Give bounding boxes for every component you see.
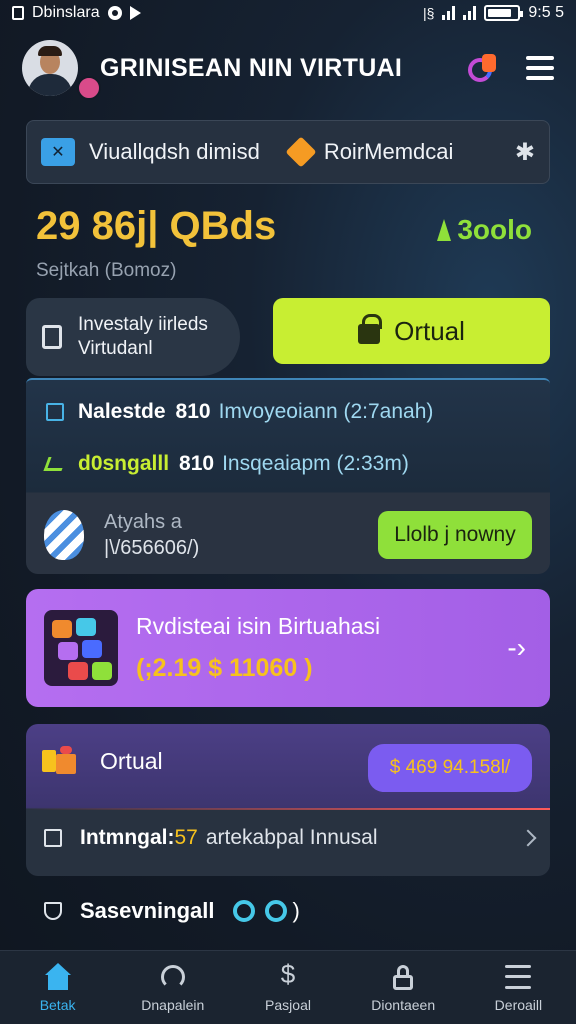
chart-icon (158, 963, 188, 991)
wallet-row[interactable]: Intmngal: 57 artekabpal Innusal (44, 826, 537, 850)
app-header: GRINISEAN NIN VIRTUAI (22, 38, 554, 100)
box-icon (44, 829, 62, 847)
arrow-right-icon[interactable]: -› (507, 632, 526, 664)
balloon-icon (44, 510, 84, 560)
gain-value: 3oolo (457, 214, 532, 245)
battery-icon (484, 5, 524, 21)
wallet-row-label: Intmngal: (80, 826, 175, 849)
nav-label: Deroaill (494, 996, 543, 1013)
virtual-card-icon: ✕ (41, 138, 75, 166)
tab-other[interactable]: RoirMemdcai (324, 139, 454, 165)
savings-paren: ) (292, 898, 300, 923)
menu-icon[interactable] (526, 56, 554, 80)
coin-icon (264, 900, 287, 922)
primary-action-label: Ortual (394, 315, 465, 346)
up-arrow-icon (437, 219, 452, 241)
savings-label: Sasevningall (80, 898, 215, 923)
nav-item-menu[interactable]: Deroaill (461, 951, 576, 1024)
txn-name: Nalestde (78, 400, 166, 423)
document-icon (42, 325, 62, 349)
record-icon (107, 6, 122, 20)
tab-virtual[interactable]: Viuallqdsh dimisd (89, 139, 260, 165)
balance-amount: 29 86j| QBds (36, 204, 277, 248)
lock-icon (358, 314, 383, 344)
balance-gain: 3oolo (437, 214, 532, 246)
txn-info: Insqeaiapm (2:33m) (222, 452, 409, 475)
invest-line-1: Investaly iirleds (78, 314, 208, 335)
nav-label: Pasjoal (265, 996, 311, 1013)
lock-icon (388, 963, 418, 991)
signal-icon-2 (463, 6, 477, 20)
list-item[interactable]: d0sngalll 810 Insqeaiapm (2:33m) (43, 452, 409, 476)
home-icon (43, 962, 73, 991)
page-title: GRINISEAN NIN VIRTUAI (100, 53, 403, 82)
promo-title: Rvdisteai isin Birtuahasi (136, 613, 381, 639)
wallet-card: Ortual $ 469 94.158l/ Intmngal: 57 artek… (26, 724, 550, 876)
coin-icon (232, 900, 255, 922)
status-time: 9:5 5 (528, 4, 564, 21)
nav-item-dollar[interactable]: $ Pasjoal (230, 951, 345, 1024)
balance-subtitle: Sejtkah (Bomoz) (36, 260, 177, 281)
promo-row-line-1: Atyahs a (104, 511, 182, 533)
txn-name: d0sngalll (78, 452, 170, 475)
blocks-icon (44, 610, 118, 686)
wallet-row-number: 57 (174, 826, 198, 849)
transactions-panel: Nalestde 810 Imvoyeoiann (2:7anah) d0sng… (26, 378, 550, 574)
invest-text: Investaly iirleds Virtudanl (78, 313, 208, 361)
checkbox-icon (46, 403, 64, 421)
wallet-header: Ortual (42, 744, 163, 778)
promo-card[interactable]: Rvdisteai isin Birtuahasi (;2.19 $ 11060… (26, 589, 550, 707)
vibrate-icon: |§ (422, 5, 435, 21)
gift-icon (42, 744, 78, 778)
nav-item-lock[interactable]: Diontaeen (346, 951, 461, 1024)
status-app-label: Dbinslara (32, 4, 100, 21)
bottom-nav: Betak Dnapalein $ Pasjoal Diontaeen Dero… (0, 950, 576, 1024)
diamond-icon (285, 136, 317, 168)
txn-info: Imvoyeoiann (2:7anah) (218, 400, 434, 423)
promo-row-line-2: |\/656606/) (104, 537, 200, 559)
invest-line-2: Virtudanl (78, 338, 153, 359)
promo-amount: (;2.19 $ 11060 ) (136, 654, 313, 682)
nav-label: Dnapalein (141, 996, 205, 1013)
divider (26, 808, 550, 810)
notification-icon[interactable] (468, 54, 498, 82)
primary-action-button[interactable]: Ortual (273, 298, 550, 364)
menu-icon (503, 963, 533, 991)
nav-label: Betak (39, 996, 76, 1013)
coin-icons (232, 900, 287, 922)
nav-label: Diontaeen (371, 996, 436, 1013)
savings-row[interactable]: Sasevningall ) (44, 898, 300, 924)
wallet-balance-pill[interactable]: $ 469 94.158l/ (368, 744, 532, 792)
avatar[interactable] (22, 40, 78, 96)
play-icon (129, 6, 141, 20)
promo-row: Atyahs a |\/656606/) Llolb j nowny (26, 494, 550, 574)
txn-amount: 810 (179, 452, 215, 475)
list-item[interactable]: Nalestde 810 Imvoyeoiann (2:7anah) (46, 400, 433, 424)
txn-amount: 810 (175, 400, 211, 423)
shield-icon (44, 902, 62, 920)
wallet-row-desc: artekabpal Innusal (205, 826, 378, 849)
promo-row-button[interactable]: Llolb j nowny (378, 511, 532, 559)
promo-text: Rvdisteai isin Birtuahasi (;2.19 $ 11060… (136, 613, 380, 683)
chevron-right-icon (519, 829, 537, 847)
wallet-label: Ortual (100, 747, 163, 774)
category-tabs: ✕ Viuallqdsh dimisd RoirMemdcai ✱ (26, 120, 550, 184)
notification-app-icon (12, 6, 24, 20)
settings-star-icon[interactable]: ✱ (515, 138, 535, 167)
check-icon (43, 457, 67, 471)
signal-icon (442, 6, 456, 20)
nav-item-home[interactable]: Betak (0, 951, 115, 1024)
promo-row-text: Atyahs a |\/656606/) (104, 509, 199, 561)
nav-item-chart[interactable]: Dnapalein (115, 951, 230, 1024)
invest-card[interactable]: Investaly iirleds Virtudanl (26, 298, 240, 376)
status-bar: Dbinslara |§ 9:5 5 (0, 0, 576, 26)
dollar-icon: $ (280, 958, 296, 989)
avatar-badge-icon (77, 76, 101, 100)
